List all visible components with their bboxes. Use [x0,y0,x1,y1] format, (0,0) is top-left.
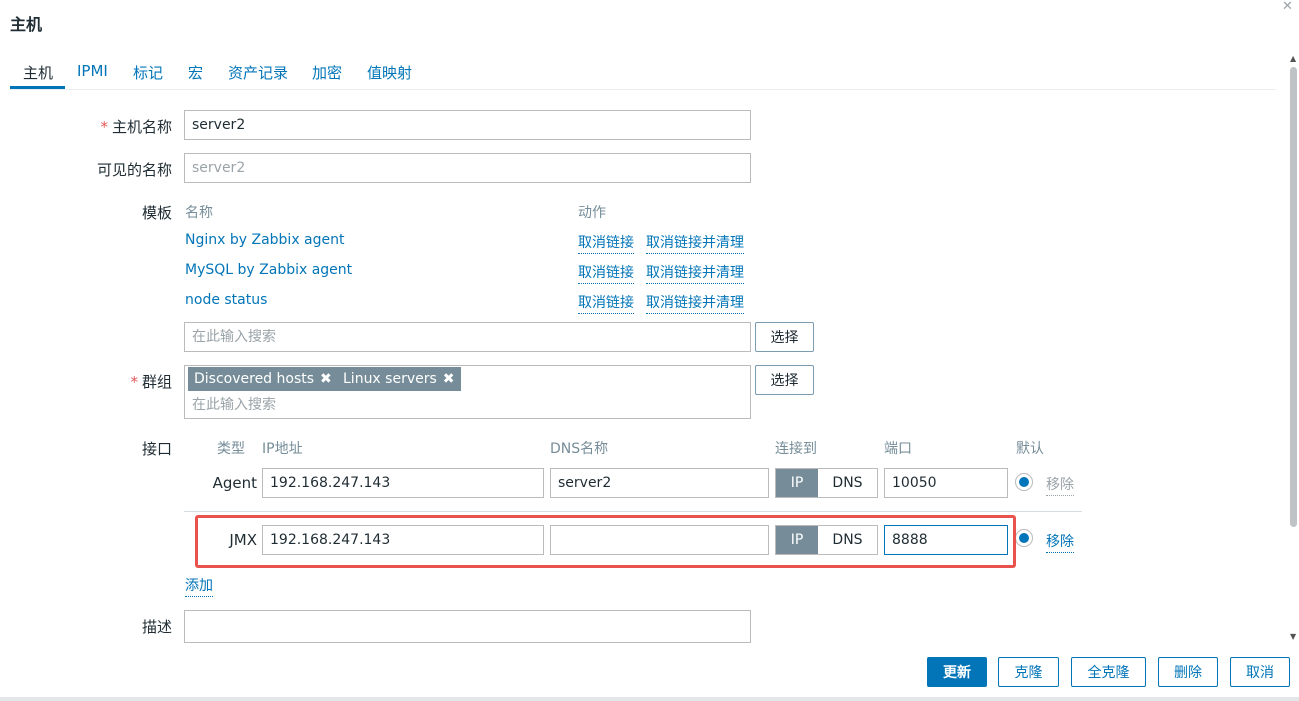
iface-type-agent: Agent [212,474,257,492]
cancel-button[interactable]: 取消 [1230,657,1290,687]
iface-col-default: 默认 [1016,441,1044,457]
full-clone-button[interactable]: 全克隆 [1071,657,1146,687]
scroll-up-icon[interactable]: ▲ [1290,55,1296,63]
tab-host[interactable]: 主机 [23,62,53,83]
close-icon[interactable]: ✕ [1282,0,1293,14]
iface-jmx-port-input[interactable] [884,525,1008,555]
description-textarea[interactable] [184,610,751,643]
iface-jmx-ip-input[interactable] [262,525,544,555]
template-unlink-clear-button[interactable]: 取消链接并清理 [646,292,744,314]
visible-name-input[interactable] [184,153,751,183]
tab-inventory[interactable]: 资产记录 [228,62,288,83]
template-select-button[interactable]: 选择 [755,322,814,352]
iface-agent-dns-input[interactable] [550,468,769,498]
template-unlink-button[interactable]: 取消链接 [578,292,634,314]
groups-multiselect[interactable]: Discovered hosts ✖ Linux servers ✖ [184,365,751,419]
iface-col-dns: DNS名称 [550,441,609,457]
clone-button[interactable]: 克隆 [998,657,1059,687]
footer-separator [0,697,1299,701]
template-unlink-clear-button[interactable]: 取消链接并清理 [646,262,744,284]
group-chip: Linux servers ✖ [337,367,461,391]
host-name-input[interactable] [184,110,751,140]
iface-agent-ip-input[interactable] [262,468,544,498]
scrollbar[interactable]: ▲ ▼ [1288,55,1299,645]
interfaces-label: 接口 [141,440,172,458]
row-divider [184,511,1082,512]
iface-agent-default-radio[interactable] [1015,473,1033,491]
iface-type-jmx: JMX [229,531,257,549]
tab-ipmi[interactable]: IPMI [77,62,108,80]
iface-agent-remove-link: 移除 [1046,474,1074,496]
template-link-node-status[interactable]: node status [185,292,267,308]
connect-ip-button[interactable]: IP [776,469,818,497]
update-button[interactable]: 更新 [927,657,987,687]
iface-col-connect: 连接到 [775,441,817,457]
iface-jmx-default-radio[interactable] [1015,529,1033,547]
iface-col-ip: IP地址 [262,441,303,457]
delete-button[interactable]: 删除 [1158,657,1218,687]
active-tab-indicator [10,86,65,89]
iface-col-type: 类型 [217,441,245,457]
templates-col-action: 动作 [578,205,606,221]
host-dialog: 主机 ✕ 主机 IPMI 标记 宏 资产记录 加密 值映射 *主机名称 可见的名… [0,0,1299,701]
tab-macros[interactable]: 宏 [188,62,203,83]
scroll-down-icon[interactable]: ▼ [1290,633,1296,641]
group-search-input[interactable] [185,393,685,417]
tab-bar: 主机 IPMI 标记 宏 资产记录 加密 值映射 [10,58,1276,90]
connect-ip-button[interactable]: IP [776,526,818,554]
iface-jmx-dns-input[interactable] [550,525,769,555]
template-unlink-button[interactable]: 取消链接 [578,262,634,284]
visible-name-label: 可见的名称 [96,161,172,179]
remove-chip-icon[interactable]: ✖ [443,367,455,391]
groups-label: * 群组 [130,373,172,391]
iface-jmx-connect-toggle: IP DNS [775,525,878,555]
template-search-input[interactable] [184,322,751,352]
tab-encryption[interactable]: 加密 [312,62,342,83]
add-interface-link[interactable]: 添加 [185,575,213,597]
remove-chip-icon[interactable]: ✖ [320,367,332,391]
template-unlink-clear-button[interactable]: 取消链接并清理 [646,232,744,254]
dialog-title: 主机 [10,15,43,34]
tab-value-mapping[interactable]: 值映射 [367,62,412,83]
tab-tags[interactable]: 标记 [133,62,163,83]
scroll-thumb[interactable] [1290,67,1297,527]
iface-agent-port-input[interactable] [884,468,1008,498]
template-link-nginx[interactable]: Nginx by Zabbix agent [185,232,345,248]
template-unlink-button[interactable]: 取消链接 [578,232,634,254]
iface-jmx-remove-link[interactable]: 移除 [1046,531,1074,553]
templates-col-name: 名称 [185,205,213,221]
group-select-button[interactable]: 选择 [755,365,814,395]
iface-agent-connect-toggle: IP DNS [775,468,878,498]
iface-col-port: 端口 [884,441,912,457]
host-name-label: * 主机名称 [100,118,172,136]
group-chip: Discovered hosts ✖ [188,367,338,391]
templates-label: 模板 [141,204,172,222]
description-label: 描述 [141,618,172,636]
connect-dns-button[interactable]: DNS [818,526,877,554]
connect-dns-button[interactable]: DNS [818,469,877,497]
template-link-mysql[interactable]: MySQL by Zabbix agent [185,262,352,278]
